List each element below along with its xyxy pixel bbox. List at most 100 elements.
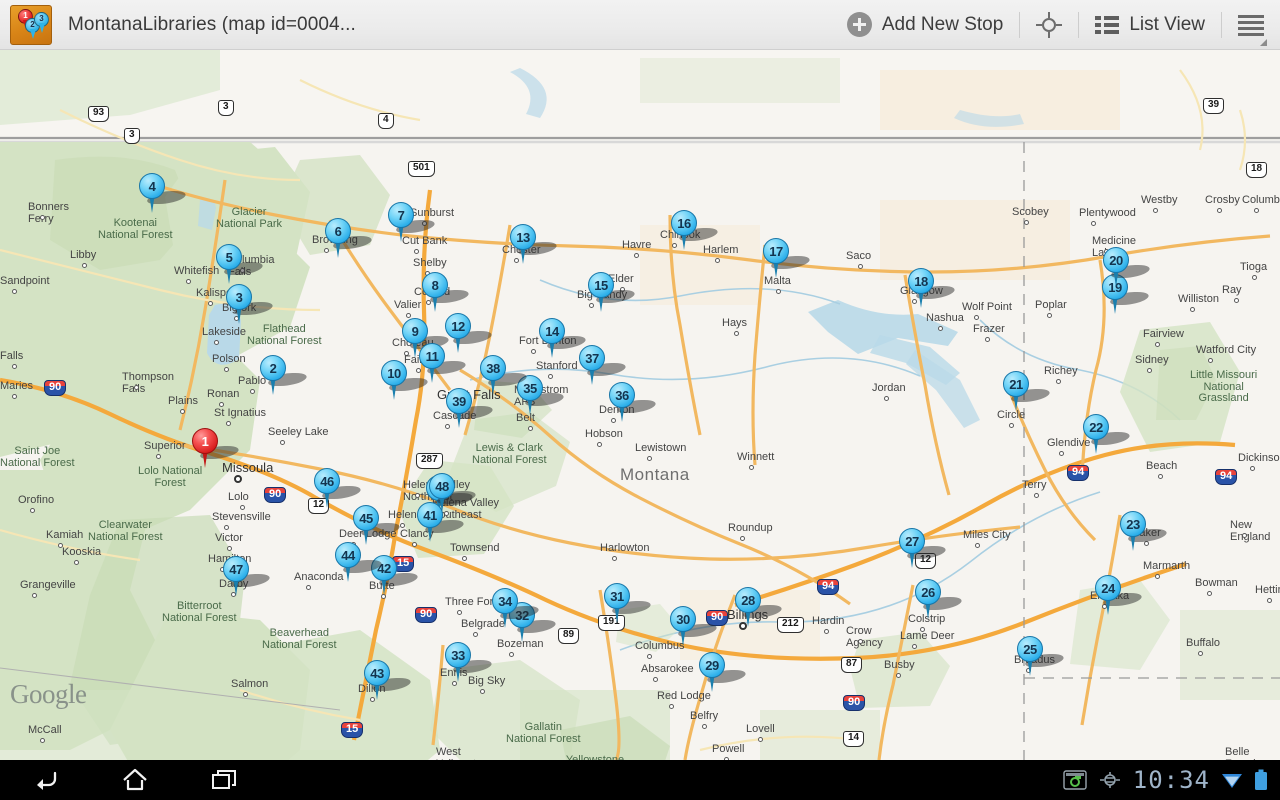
marker-number: 7 <box>397 207 405 223</box>
highway-shield: 212 <box>777 617 804 633</box>
recent-apps-button[interactable] <box>180 760 270 800</box>
map-label: Montana <box>620 465 690 484</box>
map-marker-17[interactable]: 17 <box>761 238 817 280</box>
map-label: Big Sky <box>468 675 506 687</box>
map-marker-47[interactable]: 47 <box>221 556 277 598</box>
map-marker-28[interactable]: 28 <box>733 587 789 629</box>
map-label: Hardin <box>812 615 845 627</box>
map-marker-31[interactable]: 31 <box>602 583 658 625</box>
map-label: ThompsonFalls <box>122 371 174 394</box>
map-marker-36[interactable]: 36 <box>607 382 663 424</box>
map-marker-44[interactable]: 44 <box>333 542 389 584</box>
map-city-dot <box>858 264 863 269</box>
map-city-dot <box>912 644 917 649</box>
map-marker-45[interactable]: 45 <box>351 505 407 547</box>
map-city-dot <box>414 249 419 254</box>
map-marker-23[interactable]: 23 <box>1118 511 1174 553</box>
marker-number: 6 <box>334 223 342 239</box>
home-button[interactable] <box>90 760 180 800</box>
map-city-dot <box>208 301 213 306</box>
map-city-dot <box>1242 533 1247 538</box>
map-marker-37[interactable]: 37 <box>577 345 633 387</box>
marker-number: 27 <box>905 533 919 549</box>
marker-bulb: 25 <box>1017 636 1043 662</box>
map-marker-43[interactable]: 43 <box>362 660 418 702</box>
status-tray[interactable]: 10:34 <box>1063 766 1280 794</box>
map-marker-21[interactable]: 21 <box>1001 371 1057 413</box>
map-label: Terry <box>1022 479 1047 491</box>
map-city-dot <box>653 677 658 682</box>
back-button[interactable] <box>0 760 90 800</box>
map-view[interactable]: .land{fill:#f6f4f0} .green{fill:#d4e3c4}… <box>0 50 1280 760</box>
map-label: Beach <box>1146 460 1178 472</box>
map-label: BonnersFerry <box>28 201 69 224</box>
map-marker-12[interactable]: 12 <box>443 313 499 355</box>
map-marker-6[interactable]: 6 <box>323 218 379 260</box>
marker-bulb: 7 <box>388 202 414 228</box>
map-city-dot <box>250 389 255 394</box>
overflow-menu-button[interactable] <box>1222 0 1280 50</box>
usb-debugging-icon <box>1099 772 1120 788</box>
map-label: Ray <box>1222 284 1242 296</box>
map-marker-15[interactable]: 15 <box>586 272 642 314</box>
add-new-stop-button[interactable]: Add New Stop <box>831 0 1019 50</box>
map-marker-22[interactable]: 22 <box>1081 414 1137 456</box>
map-city-dot <box>669 704 674 709</box>
map-marker-2[interactable]: 2 <box>258 355 314 397</box>
map-marker-4[interactable]: 4 <box>137 173 193 215</box>
map-marker-20[interactable]: 20 <box>1101 247 1157 289</box>
map-city-dot <box>734 331 739 336</box>
map-label: Jordan <box>872 382 906 394</box>
map-city-dot <box>896 673 901 678</box>
map-label: Maries <box>0 380 34 392</box>
marker-number: 4 <box>148 178 156 194</box>
map-marker-10[interactable]: 10 <box>379 360 435 402</box>
map-label: Glacier National Park <box>216 206 283 230</box>
map-label: Hays <box>722 317 748 329</box>
map-label: Lewistown <box>635 442 687 454</box>
map-marker-16[interactable]: 16 <box>669 210 725 252</box>
marker-bulb: 16 <box>671 210 697 236</box>
marker-number: 48 <box>435 478 449 494</box>
map-marker-39[interactable]: 39 <box>444 388 500 430</box>
map-marker-34[interactable]: 34 <box>490 588 546 630</box>
map-city-dot <box>749 465 754 470</box>
marker-number: 30 <box>676 611 690 627</box>
map-marker-3[interactable]: 3 <box>224 284 280 326</box>
map-marker-24[interactable]: 24 <box>1093 575 1149 617</box>
map-marker-46[interactable]: 46 <box>312 468 368 510</box>
map-marker-48[interactable]: 48 <box>427 473 483 515</box>
my-location-button[interactable] <box>1020 0 1078 50</box>
map-marker-30[interactable]: 30 <box>668 606 724 648</box>
map-label: Gallatin National Forest <box>506 721 581 745</box>
map-city-dot <box>40 215 45 220</box>
map-marker-27[interactable]: 27 <box>897 528 953 570</box>
map-city-dot <box>597 442 602 447</box>
map-city-dot <box>1034 493 1039 498</box>
map-city-dot <box>647 654 652 659</box>
map-label: Valier <box>394 299 422 311</box>
map-marker-8[interactable]: 8 <box>420 272 476 314</box>
highway-shield: 94 <box>1215 469 1238 485</box>
map-marker-13[interactable]: 13 <box>508 224 564 266</box>
marker-bulb: 33 <box>445 642 471 668</box>
list-view-button[interactable]: List View <box>1079 0 1221 50</box>
app-icon[interactable]: 1 2 3 <box>10 4 52 45</box>
map-marker-38[interactable]: 38 <box>478 355 534 397</box>
map-marker-1[interactable]: 1 <box>190 428 246 470</box>
map-marker-5[interactable]: 5 <box>214 244 270 286</box>
map-label: Harlem <box>703 244 739 256</box>
map-label: Clearwater National Forest <box>88 519 163 543</box>
marker-number: 18 <box>914 273 928 289</box>
marker-number: 8 <box>431 277 439 293</box>
map-marker-29[interactable]: 29 <box>697 652 753 694</box>
map-marker-33[interactable]: 33 <box>443 642 499 684</box>
map-marker-7[interactable]: 7 <box>386 202 442 244</box>
highway-shield: 90 <box>264 487 287 503</box>
map-city-dot <box>1059 451 1064 456</box>
map-marker-26[interactable]: 26 <box>913 579 969 621</box>
marker-number: 38 <box>486 360 500 376</box>
map-marker-25[interactable]: 25 <box>1015 636 1071 678</box>
map-marker-18[interactable]: 18 <box>906 268 962 310</box>
map-marker-14[interactable]: 14 <box>537 318 593 360</box>
